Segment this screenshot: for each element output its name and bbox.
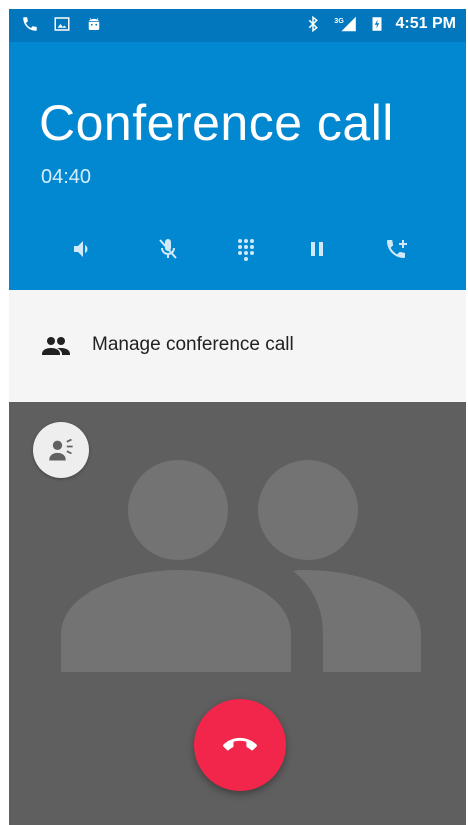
dialpad-icon: [238, 239, 254, 261]
bluetooth-icon: [304, 15, 322, 33]
image-icon: [53, 15, 71, 33]
android-icon: [85, 15, 103, 33]
speaker-button[interactable]: [61, 227, 105, 271]
hold-button[interactable]: [295, 227, 339, 271]
call-title: Conference call: [39, 95, 394, 151]
call-timer: 04:40: [41, 166, 92, 188]
clock: 4:51 PM: [395, 15, 456, 32]
speaking-person-icon: [49, 438, 73, 461]
notification-icons: [21, 15, 103, 33]
mute-button[interactable]: [146, 227, 190, 271]
dialpad-button[interactable]: [224, 227, 268, 271]
add-call-icon: [387, 240, 407, 258]
status-bar: 3G 4:51 PM: [9, 9, 466, 42]
battery-charging-icon: [368, 15, 386, 33]
signal-icon: 3G: [332, 15, 358, 33]
mic-off-icon: [159, 239, 177, 259]
speaking-indicator: [33, 422, 89, 478]
people-icon: [42, 337, 70, 355]
call-header: Conference call 04:40: [9, 42, 466, 290]
system-status: 3G 4:51 PM: [304, 15, 456, 33]
phone-icon: [21, 15, 39, 33]
contact-photo-area: [9, 402, 466, 825]
group-avatar-icon: [61, 460, 421, 672]
add-call-button[interactable]: [374, 227, 418, 271]
network-type: 3G: [334, 16, 344, 25]
end-call-button[interactable]: [194, 699, 286, 791]
pause-icon: [311, 242, 323, 256]
manage-conference-row[interactable]: Manage conference call: [9, 290, 466, 402]
manage-conference-label: Manage conference call: [92, 334, 294, 355]
hang-up-icon: [223, 737, 257, 751]
call-controls: [9, 227, 466, 271]
phone-screen: 3G 4:51 PM Conference call 04:40 Manage …: [9, 9, 466, 825]
speaker-icon: [74, 241, 88, 257]
